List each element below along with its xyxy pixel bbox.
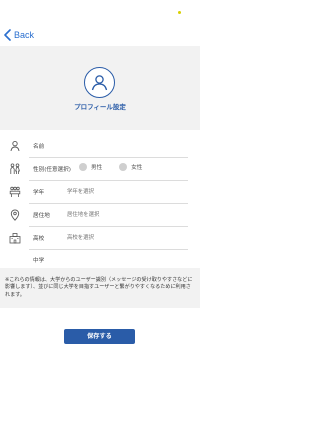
name-field[interactable] <box>67 140 177 152</box>
male-label: 男性 <box>91 165 103 171</box>
user-icon <box>91 75 108 91</box>
gender-icon <box>10 163 20 174</box>
name-row: 名前 <box>0 135 200 158</box>
middle-school-row: 中学 <box>0 250 200 268</box>
school-icon <box>9 233 21 244</box>
high-school-label: 高校 <box>33 236 45 242</box>
avatar[interactable] <box>84 67 115 98</box>
residence-select[interactable] <box>67 209 177 221</box>
middle-school-field[interactable] <box>67 254 177 266</box>
students-icon <box>9 186 21 197</box>
save-button[interactable]: 保存する <box>64 329 135 344</box>
person-icon <box>10 140 20 152</box>
high-school-select[interactable] <box>67 232 177 244</box>
grade-row: 学年 <box>0 181 200 204</box>
residence-row: 居住地 <box>0 204 200 227</box>
high-school-row: 高校 <box>0 227 200 250</box>
gender-radio-group: 男性 女性 <box>79 163 159 171</box>
residence-label: 居住地 <box>33 213 50 219</box>
back-button[interactable]: Back <box>4 27 34 43</box>
grade-label: 学年 <box>33 190 45 196</box>
chevron-left-icon <box>4 29 11 41</box>
location-pin-icon <box>10 209 20 221</box>
back-label: Back <box>14 30 35 40</box>
name-label: 名前 <box>33 144 45 150</box>
gender-row: 性別(任意選択) 男性 女性 <box>0 158 200 181</box>
status-indicator <box>178 11 181 14</box>
gender-label: 性別(任意選択) <box>33 167 71 173</box>
male-radio[interactable] <box>79 163 87 171</box>
notice-text: ※これらの情報は、大学からのユーザー識別（メッセージの受け取りやすさなどに影響し… <box>5 277 193 298</box>
page-title: プロフィール設定 <box>74 103 126 111</box>
navigation-bar: Back <box>0 0 200 46</box>
gender-option-male[interactable]: 男性 <box>79 163 102 171</box>
female-label: 女性 <box>131 165 143 171</box>
female-radio[interactable] <box>119 163 128 171</box>
gender-option-female[interactable]: 女性 <box>119 163 142 171</box>
grade-select[interactable] <box>67 186 177 198</box>
middle-school-label: 中学 <box>33 258 45 264</box>
